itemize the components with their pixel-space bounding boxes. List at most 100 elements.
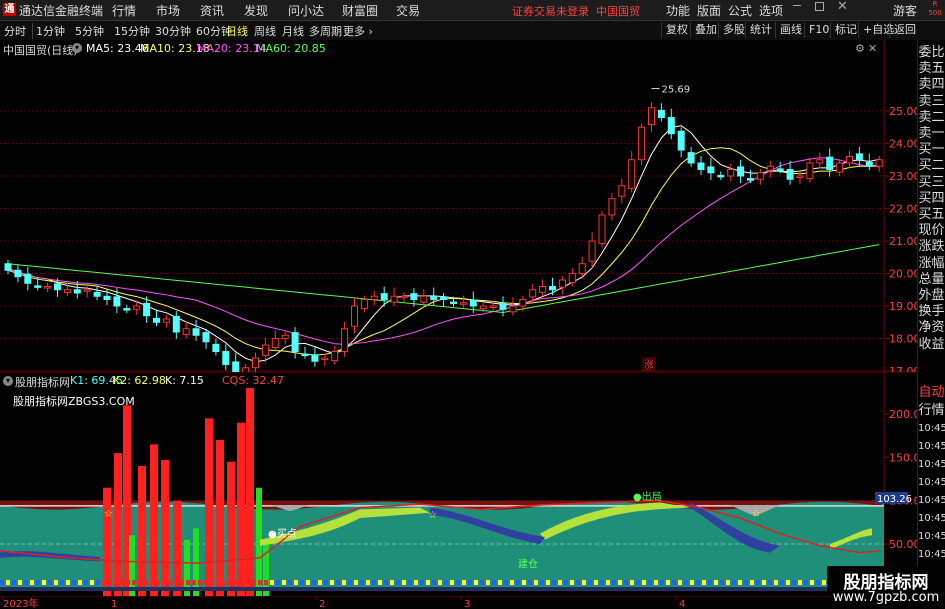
maximize-icon[interactable] <box>815 2 824 11</box>
signal-dot <box>582 580 586 585</box>
login-status[interactable]: 证券交易未登录 中国国贸 <box>512 3 640 19</box>
candle-body <box>291 332 299 352</box>
ind-tick-label: 50.00 <box>889 538 918 551</box>
candle-body <box>766 165 774 171</box>
price-tick-label: 22.00 <box>889 203 918 216</box>
chevron-down-icon[interactable]: ▾ <box>3 376 13 386</box>
signal-dot <box>678 580 682 585</box>
candle-body <box>261 344 269 356</box>
sidebar-toggle[interactable]: 行情 <box>918 402 945 420</box>
menu-wenxiaoda[interactable]: 问小达 <box>288 2 324 19</box>
button-fanhui[interactable]: 返回 <box>889 22 916 38</box>
tab-1min[interactable]: 1分钟 <box>32 23 65 39</box>
signal-dot <box>348 580 352 585</box>
menu-xuanxiang[interactable]: 选项 <box>759 2 783 19</box>
menu-jiaoyi[interactable]: 交易 <box>396 2 420 19</box>
candle-body <box>44 286 52 289</box>
minimize-icon[interactable] <box>793 5 801 6</box>
candle-body <box>737 166 745 177</box>
tab-15min[interactable]: 15分钟 <box>114 23 150 39</box>
candle-body <box>697 162 705 170</box>
signal-dot <box>684 580 688 585</box>
signal-dot <box>216 580 220 585</box>
indicator-chart[interactable]: 200.0150.0100.050.00103.26●出局●买点建仓☆☆☆ <box>0 372 918 596</box>
menu-hangqing[interactable]: 行情 <box>112 2 136 19</box>
jiancang-label: 建仓 <box>518 557 538 570</box>
candle-body <box>677 130 685 151</box>
signal-dot <box>762 580 766 585</box>
candle-body <box>469 299 477 307</box>
tab-multi-period[interactable]: 多周期 <box>309 23 342 39</box>
sidebar-item: 收益 <box>918 336 945 352</box>
tab-week[interactable]: 周线 <box>254 23 276 39</box>
tab-30min[interactable]: 30分钟 <box>155 23 191 39</box>
chevron-down-icon[interactable]: ▾ <box>72 43 82 53</box>
signal-dot <box>402 580 406 585</box>
badge-r500: R 500 <box>928 0 942 17</box>
signal-dot <box>804 580 808 585</box>
candle-body <box>657 109 665 118</box>
signal-dot <box>18 580 22 585</box>
signal-dot <box>780 580 784 585</box>
price-tick-label: 24.00 <box>889 138 918 151</box>
signal-dot <box>246 580 250 585</box>
button-f10[interactable]: F10 <box>804 22 829 38</box>
signal-dot <box>408 580 412 585</box>
indicator-title: 股朋指标网 <box>15 376 70 389</box>
candle-body <box>608 198 616 216</box>
menu-gongneng[interactable]: 功能 <box>666 2 690 19</box>
sidebar-toggle[interactable]: 自动 <box>918 384 945 402</box>
button-huaxian[interactable]: 画线 <box>775 22 802 38</box>
menu-shichang[interactable]: 市场 <box>156 2 180 19</box>
signal-dot <box>126 580 130 585</box>
signal-dot <box>150 580 154 585</box>
button-diejia[interactable]: 叠加 <box>690 22 717 38</box>
candle-body <box>153 317 160 323</box>
menu-zixun[interactable]: 资讯 <box>200 2 224 19</box>
button-duogu[interactable]: 多股 <box>718 22 745 38</box>
close-chart-icon[interactable]: ✕ <box>868 42 877 55</box>
candle-body <box>351 305 358 327</box>
signal-dot <box>384 580 388 585</box>
signal-dot <box>198 580 202 585</box>
candle-body <box>301 353 309 357</box>
signal-dot <box>120 580 124 585</box>
tab-day[interactable]: 日线 <box>226 23 248 39</box>
candlestick-chart[interactable]: 25.00 24.00 23.00 22.00 21.00 20.00 19.00 18.00… <box>0 40 918 372</box>
menu-banmian[interactable]: 版面 <box>697 2 721 19</box>
signal-dot <box>372 580 376 585</box>
menu-youke[interactable]: 游客 <box>893 2 917 19</box>
tab-more[interactable]: 更多 › <box>343 23 373 39</box>
signal-dot <box>54 580 58 585</box>
signal-dot <box>378 580 382 585</box>
candle-body <box>400 295 408 299</box>
signal-dot <box>204 580 208 585</box>
signal-dot <box>732 580 736 585</box>
tab-5min[interactable]: 5分钟 <box>75 23 104 39</box>
candle-body <box>598 214 606 245</box>
signal-dot <box>648 580 652 585</box>
tick-time: 10:45 <box>918 477 945 488</box>
menu-gongshi[interactable]: 公式 <box>728 2 752 19</box>
title-bar: 通 通达信金融终端 行情 市场 资讯 发现 问小达 财富圈 交易 证券交易未登录… <box>0 0 945 21</box>
tab-month[interactable]: 月线 <box>282 23 304 39</box>
candle-body <box>252 357 259 369</box>
tab-fenshi[interactable]: 分时 <box>4 23 26 39</box>
settings-gear-icon[interactable]: ⚙ <box>855 42 865 55</box>
candle-body <box>558 279 566 288</box>
close-icon[interactable]: ✕ <box>837 0 848 14</box>
menu-caifuquan[interactable]: 财富圈 <box>342 2 378 19</box>
signal-dot <box>252 580 256 585</box>
signal-dot <box>654 580 658 585</box>
candle-body <box>747 178 754 181</box>
date-axis: 2023年 1 2 3 4 <box>0 596 918 609</box>
candle-body <box>410 293 418 300</box>
menu-faxian[interactable]: 发现 <box>244 2 268 19</box>
button-biaoji[interactable]: 标记 <box>830 22 857 38</box>
watermark: 股朋指标网 www.7gpzb.com <box>827 566 945 609</box>
candle-body <box>776 168 784 171</box>
candle-body <box>271 338 279 349</box>
signal-dot <box>330 580 334 585</box>
button-tongji[interactable]: 统计 <box>745 22 772 38</box>
button-fuquan[interactable]: 复权 <box>661 22 688 38</box>
